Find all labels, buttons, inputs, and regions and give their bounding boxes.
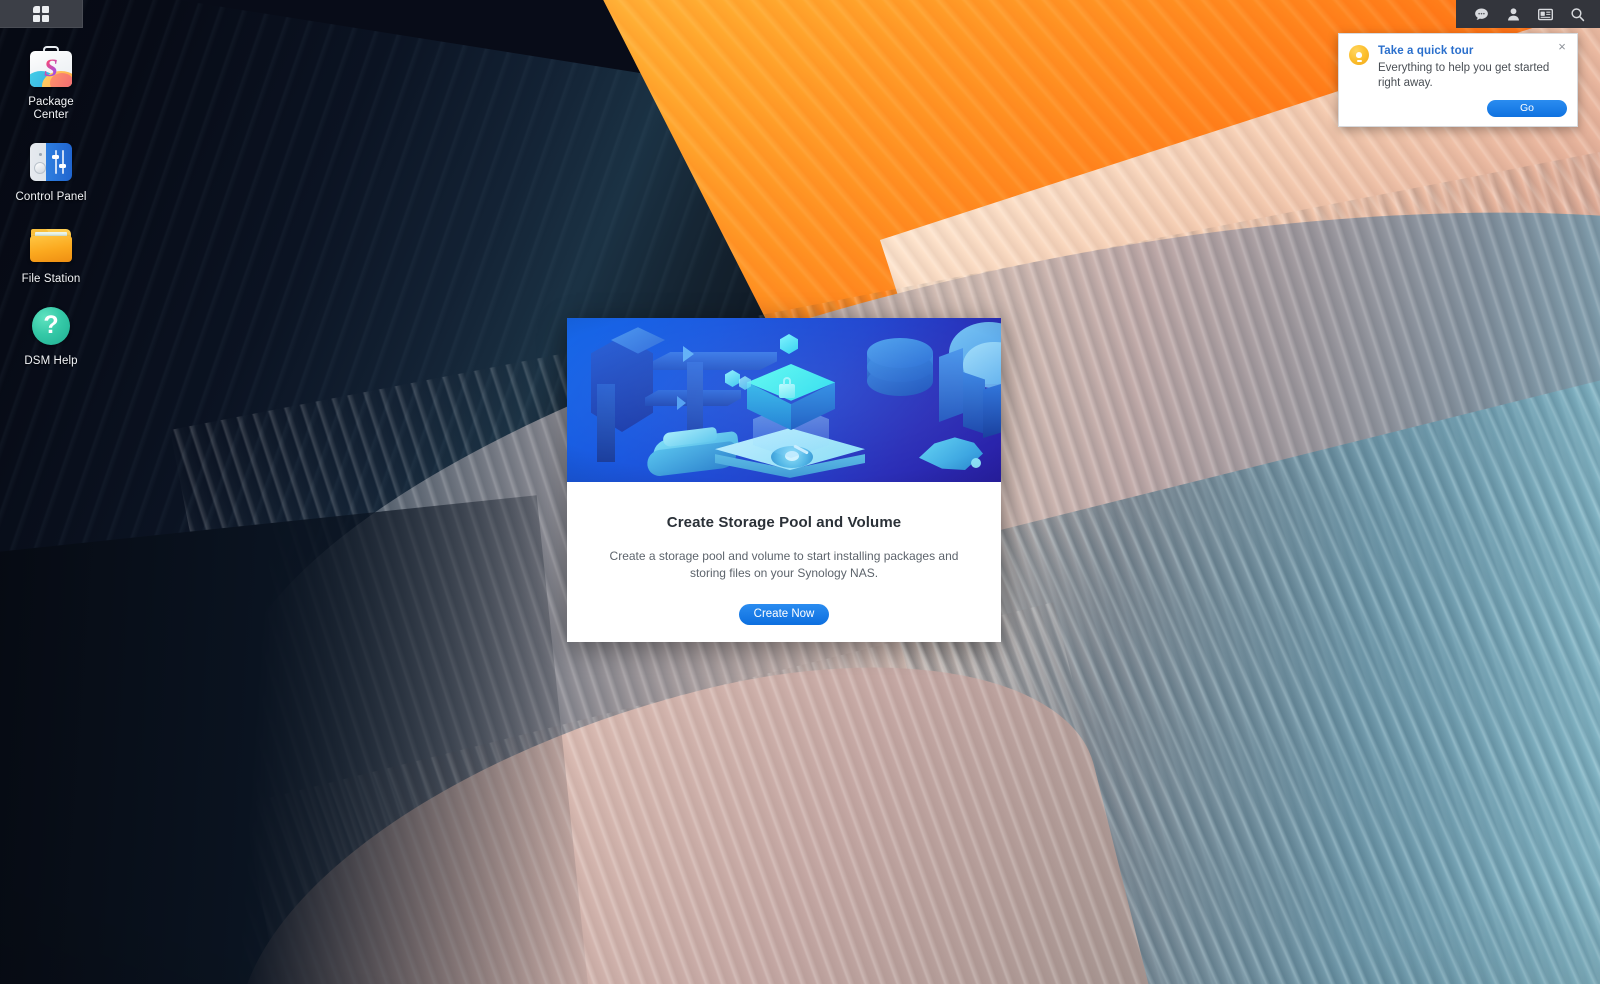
- dialog-title: Create Storage Pool and Volume: [666, 514, 902, 531]
- desktop-icon-file-station[interactable]: File Station: [10, 221, 92, 286]
- close-icon[interactable]: ×: [1555, 40, 1569, 54]
- lightbulb-icon: [1349, 45, 1369, 65]
- desktop-icon-dsm-help[interactable]: ? DSM Help: [10, 303, 92, 368]
- grid-apps-icon: [33, 5, 49, 22]
- main-menu-button[interactable]: [0, 0, 83, 28]
- desktop-icon-label: Control Panel: [15, 191, 87, 203]
- create-storage-pool-dialog: Create Storage Pool and Volume Create a …: [567, 318, 1001, 642]
- help-question-icon: ?: [28, 303, 74, 349]
- folder-icon: [28, 221, 74, 267]
- control-panel-icon: [28, 139, 74, 185]
- notifications-icon[interactable]: [1466, 0, 1496, 28]
- notification-title: Take a quick tour: [1378, 45, 1474, 57]
- go-button[interactable]: Go: [1487, 100, 1567, 117]
- widgets-icon[interactable]: [1530, 0, 1560, 28]
- user-account-icon[interactable]: [1498, 0, 1528, 28]
- desktop-icon-list: S Package Center Control Panel File Stat…: [10, 44, 92, 385]
- desktop-icon-label: DSM Help: [24, 355, 78, 367]
- package-center-icon: S: [28, 44, 74, 90]
- dialog-body: Create Storage Pool and Volume Create a …: [567, 482, 1001, 625]
- storage-isometric-illustration: [567, 318, 1001, 482]
- desktop-icon-control-panel[interactable]: Control Panel: [10, 139, 92, 204]
- notification-body: Everything to help you get started right…: [1378, 62, 1550, 89]
- taskbar-tray: [1456, 0, 1600, 28]
- desktop-icon-label: Package Center: [28, 96, 74, 121]
- search-icon[interactable]: [1562, 0, 1592, 28]
- desktop-icon-label: File Station: [21, 273, 81, 285]
- dialog-description: Create a storage pool and volume to star…: [609, 549, 959, 580]
- create-now-button[interactable]: Create Now: [738, 604, 830, 625]
- desktop-icon-package-center[interactable]: S Package Center: [10, 44, 92, 122]
- quick-tour-notification: × Take a quick tour Everything to help y…: [1338, 33, 1578, 127]
